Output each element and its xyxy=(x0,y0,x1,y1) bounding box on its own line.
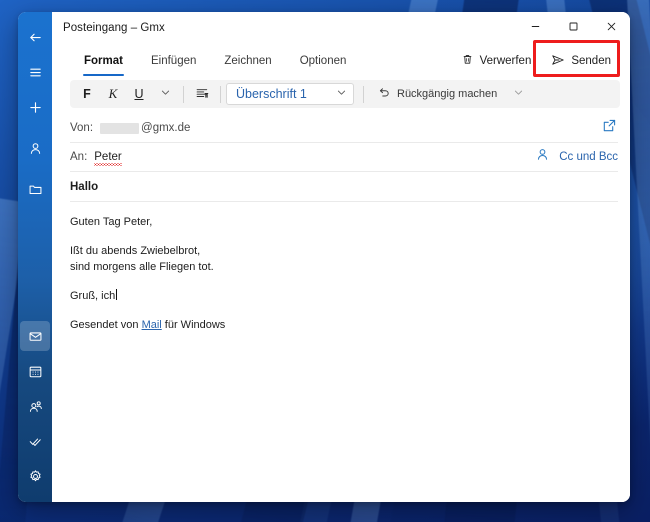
body-verse-line-2: sind morgens alle Fliegen tot. xyxy=(70,260,214,273)
gear-icon xyxy=(28,469,43,484)
mail-app-window: Posteingang – Gmx Format Einfügen Zeichn… xyxy=(18,12,630,502)
from-value: @gmx.de xyxy=(100,122,601,134)
person-icon xyxy=(28,141,43,156)
calendar-icon xyxy=(28,364,43,379)
sidebar-item-settings[interactable] xyxy=(20,461,50,491)
to-label: An: xyxy=(70,151,88,163)
back-arrow-icon xyxy=(28,30,43,45)
person-add-icon xyxy=(535,147,550,167)
to-field-row[interactable]: An: Peter Cc und Bcc xyxy=(70,143,618,172)
window-controls xyxy=(516,12,630,44)
toolbar-divider xyxy=(220,85,221,103)
navigation-rail xyxy=(18,12,52,502)
discard-label: Verwerfen xyxy=(479,55,532,67)
navigation-rail-bottom-group xyxy=(18,321,52,496)
underline-button[interactable]: U xyxy=(126,83,152,105)
minimize-icon xyxy=(530,19,541,37)
open-in-new-window-icon xyxy=(601,117,618,139)
minimize-button[interactable] xyxy=(516,12,554,44)
subject-value[interactable]: Hallo xyxy=(70,181,98,193)
paragraph-format-button[interactable] xyxy=(189,83,215,105)
bold-button[interactable]: F xyxy=(74,83,100,105)
app-content: Posteingang – Gmx Format Einfügen Zeichn… xyxy=(52,12,630,502)
plus-icon xyxy=(28,100,43,115)
title-bar: Posteingang – Gmx xyxy=(52,12,630,44)
undo-arrow-icon xyxy=(377,86,391,103)
tab-einfuegen-label: Einfügen xyxy=(150,55,197,67)
send-button[interactable]: Senden xyxy=(542,49,620,74)
compose-area: Von: @gmx.de An: Peter Cc und Bcc Hallo … xyxy=(52,114,630,502)
contacts-picker-button[interactable] xyxy=(535,147,550,167)
toolbar-divider xyxy=(363,85,364,103)
body-closing-text: Gruß, ich xyxy=(70,289,116,302)
maximize-icon xyxy=(568,19,579,37)
subject-field-row[interactable]: Hallo xyxy=(70,172,618,202)
chevron-down-icon xyxy=(513,87,524,101)
paragraph-style-value: Überschrift 1 xyxy=(236,87,307,101)
chevron-down-icon xyxy=(160,87,171,101)
sidebar-item-todo[interactable] xyxy=(20,426,50,456)
format-toolbar: F K U Überschrift 1 Rückgängig machen xyxy=(70,80,620,108)
sidebar-item-people[interactable] xyxy=(20,391,50,421)
to-value[interactable]: Peter xyxy=(94,151,535,166)
body-signature: Gesendet von Mail für Windows xyxy=(70,318,618,334)
folders-button[interactable] xyxy=(20,174,50,204)
trash-icon xyxy=(461,53,474,69)
tab-format[interactable]: Format xyxy=(70,44,137,78)
chevron-down-icon xyxy=(336,85,347,103)
hamburger-menu-button[interactable] xyxy=(20,57,50,87)
checkmark-icon xyxy=(28,434,43,449)
undo-history-button[interactable] xyxy=(505,83,531,105)
to-field-actions: Cc und Bcc xyxy=(535,147,618,167)
sidebar-item-mail[interactable] xyxy=(20,321,50,351)
envelope-icon xyxy=(28,329,43,344)
undo-label: Rückgängig machen xyxy=(397,88,498,100)
body-closing: Gruß, ich xyxy=(70,288,618,305)
undo-button[interactable]: Rückgängig machen xyxy=(369,83,505,105)
text-caret xyxy=(115,288,117,300)
new-mail-button[interactable] xyxy=(20,92,50,122)
tab-optionen-label: Optionen xyxy=(299,55,347,67)
cc-bcc-button[interactable]: Cc und Bcc xyxy=(559,151,618,163)
paragraph-style-dropdown[interactable]: Überschrift 1 xyxy=(226,83,354,105)
tab-format-label: Format xyxy=(84,55,123,67)
ribbon-tab-bar: Format Einfügen Zeichnen Optionen Verwer… xyxy=(52,44,630,78)
body-verse-line-1: Ißt du abends Zwiebelbrot, xyxy=(70,244,201,257)
message-body[interactable]: Guten Tag Peter, Ißt du abends Zwiebelbr… xyxy=(70,202,618,502)
folder-icon xyxy=(28,182,43,197)
toolbar-divider xyxy=(183,85,184,103)
tab-zeichnen[interactable]: Zeichnen xyxy=(210,44,285,78)
paragraph-format-icon xyxy=(195,86,209,103)
ribbon-actions: Verwerfen Senden xyxy=(452,44,620,78)
discard-button[interactable]: Verwerfen xyxy=(452,49,541,73)
close-button[interactable] xyxy=(592,12,630,44)
from-label: Von: xyxy=(70,122,94,134)
tab-optionen[interactable]: Optionen xyxy=(286,44,361,78)
send-paper-plane-icon xyxy=(551,53,565,70)
tab-einfuegen[interactable]: Einfügen xyxy=(137,44,210,78)
more-font-options-button[interactable] xyxy=(152,83,178,105)
tab-zeichnen-label: Zeichnen xyxy=(224,55,272,67)
popout-window-button[interactable] xyxy=(601,117,618,139)
hamburger-menu-icon xyxy=(28,65,43,80)
signature-suffix: für Windows xyxy=(161,318,226,331)
close-icon xyxy=(606,19,617,37)
from-field-row[interactable]: Von: @gmx.de xyxy=(70,114,618,143)
body-greeting: Guten Tag Peter, xyxy=(70,216,153,228)
maximize-button[interactable] xyxy=(554,12,592,44)
redacted-sender-name xyxy=(100,122,140,134)
signature-prefix: Gesendet von xyxy=(70,318,142,331)
italic-button[interactable]: K xyxy=(100,83,126,105)
from-domain: @gmx.de xyxy=(141,122,191,134)
window-title: Posteingang – Gmx xyxy=(63,22,165,34)
back-button[interactable] xyxy=(20,22,50,52)
signature-mail-link[interactable]: Mail xyxy=(142,319,162,331)
recipient-peter[interactable]: Peter xyxy=(94,151,122,166)
body-verse: Ißt du abends Zwiebelbrot, sind morgens … xyxy=(70,244,618,276)
send-label: Senden xyxy=(571,55,611,67)
sidebar-item-calendar[interactable] xyxy=(20,356,50,386)
format-toolbar-wrapper: F K U Überschrift 1 Rückgängig machen xyxy=(52,78,630,114)
account-button[interactable] xyxy=(20,133,50,163)
people-icon xyxy=(28,399,43,414)
